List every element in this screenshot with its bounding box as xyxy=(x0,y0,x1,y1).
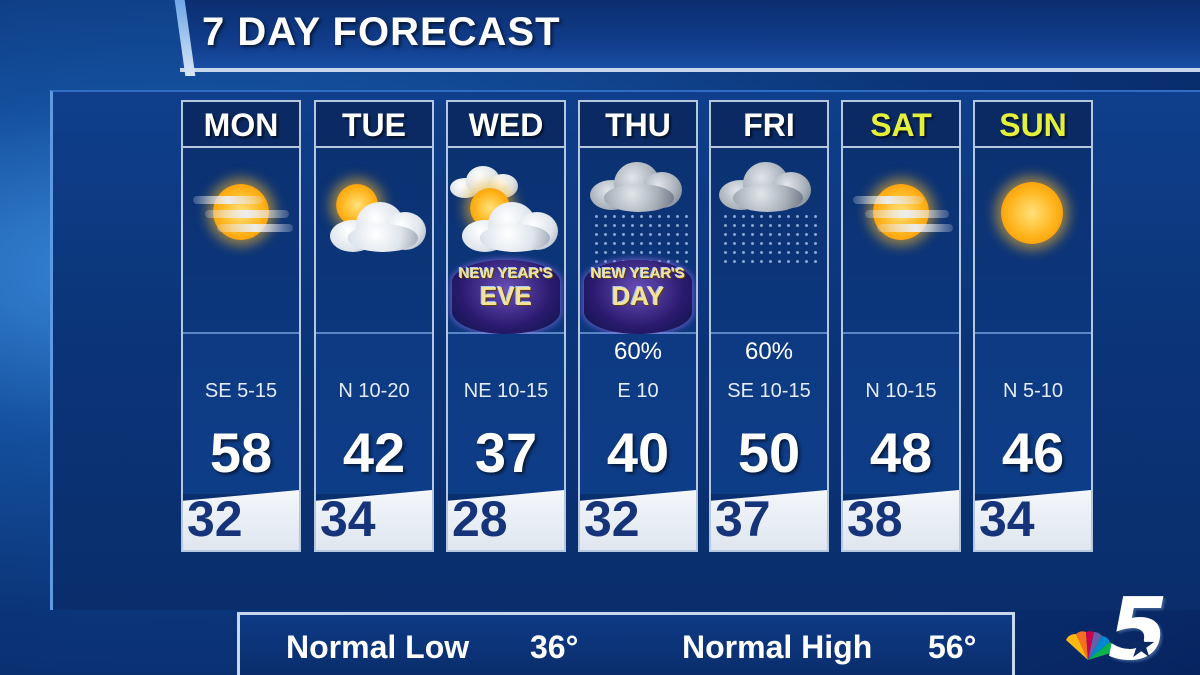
wind-forecast: N 10-15 xyxy=(865,380,937,402)
wind-forecast: N 10-20 xyxy=(338,380,410,402)
high-temp: 37 xyxy=(474,421,538,484)
day-name: SUN xyxy=(975,102,1091,148)
low-temp: 37 xyxy=(715,491,771,547)
low-temp: 32 xyxy=(584,491,640,547)
high-temp: 50 xyxy=(737,421,801,484)
wind-forecast: E 10 xyxy=(617,380,659,402)
low-temp: 32 xyxy=(187,491,243,547)
rain-icon: NEW YEAR'S DAY xyxy=(580,148,696,334)
high-temp: 58 xyxy=(209,421,273,484)
wind-forecast: SE 5-15 xyxy=(204,380,278,402)
new-years-eve-badge: NEW YEAR'S EVE xyxy=(452,260,560,334)
partly-sunny-haze-icon xyxy=(183,148,299,334)
day-card-thu: THU NEW YEAR'S DAY 60% E 10 40 32 xyxy=(578,100,698,552)
day-card-fri: FRI 60% SE 10-15 50 37 xyxy=(709,100,829,552)
precip-chance: 60% xyxy=(744,338,794,365)
precip-chance: 60% xyxy=(613,338,663,365)
high-temp: 48 xyxy=(869,421,933,484)
day-name: FRI xyxy=(711,102,827,148)
day-card-mon: MON SE 5-15 58 32 xyxy=(181,100,301,552)
day-card-tue: TUE N 10-20 42 34 xyxy=(314,100,434,552)
day-name: THU xyxy=(580,102,696,148)
normals-bar: Normal Low 36° Normal High 56° xyxy=(237,612,1015,675)
page-title: 7 DAY FORECAST xyxy=(202,10,561,54)
wind-forecast: SE 10-15 xyxy=(727,380,811,402)
normal-high-value: 56° xyxy=(928,629,977,665)
low-temp: 34 xyxy=(979,491,1035,547)
day-card-wed: WED NEW YEAR'S EVE NE 10-15 37 28 xyxy=(446,100,566,552)
partly-sunny-haze-icon xyxy=(843,148,959,334)
normal-low-value: 36° xyxy=(530,629,579,665)
normal-high-label: Normal High xyxy=(682,629,873,665)
low-temp: 38 xyxy=(847,491,903,547)
low-temp: 34 xyxy=(320,491,376,547)
low-temp: 28 xyxy=(452,491,508,547)
normal-low-label: Normal Low xyxy=(286,629,470,665)
day-name: MON xyxy=(183,102,299,148)
station-logo: 5 ★ xyxy=(1058,580,1178,675)
day-card-sat: SAT N 10-15 48 38 xyxy=(841,100,961,552)
title-bar: 7 DAY FORECAST xyxy=(180,0,1200,72)
star-icon: ★ xyxy=(1126,627,1157,665)
holiday-line1: NEW YEAR'S xyxy=(590,265,686,282)
high-temp: 42 xyxy=(342,421,406,484)
day-name: SAT xyxy=(843,102,959,148)
high-temp: 46 xyxy=(1001,421,1065,484)
day-name: TUE xyxy=(316,102,432,148)
high-temp: 40 xyxy=(606,421,670,484)
holiday-line1: NEW YEAR'S xyxy=(458,265,554,282)
wind-forecast: NE 10-15 xyxy=(463,380,549,402)
rain-icon xyxy=(711,148,827,334)
sunny-icon xyxy=(975,148,1091,334)
partly-cloudy-icon xyxy=(316,148,432,334)
mostly-cloudy-icon: NEW YEAR'S EVE xyxy=(448,148,564,334)
wind-forecast: N 5-10 xyxy=(1002,380,1064,402)
day-card-sun: SUN N 5-10 46 34 xyxy=(973,100,1093,552)
holiday-line2: EVE xyxy=(479,281,533,311)
holiday-line2: DAY xyxy=(611,281,665,311)
day-name: WED xyxy=(448,102,564,148)
new-years-day-badge: NEW YEAR'S DAY xyxy=(584,260,692,334)
